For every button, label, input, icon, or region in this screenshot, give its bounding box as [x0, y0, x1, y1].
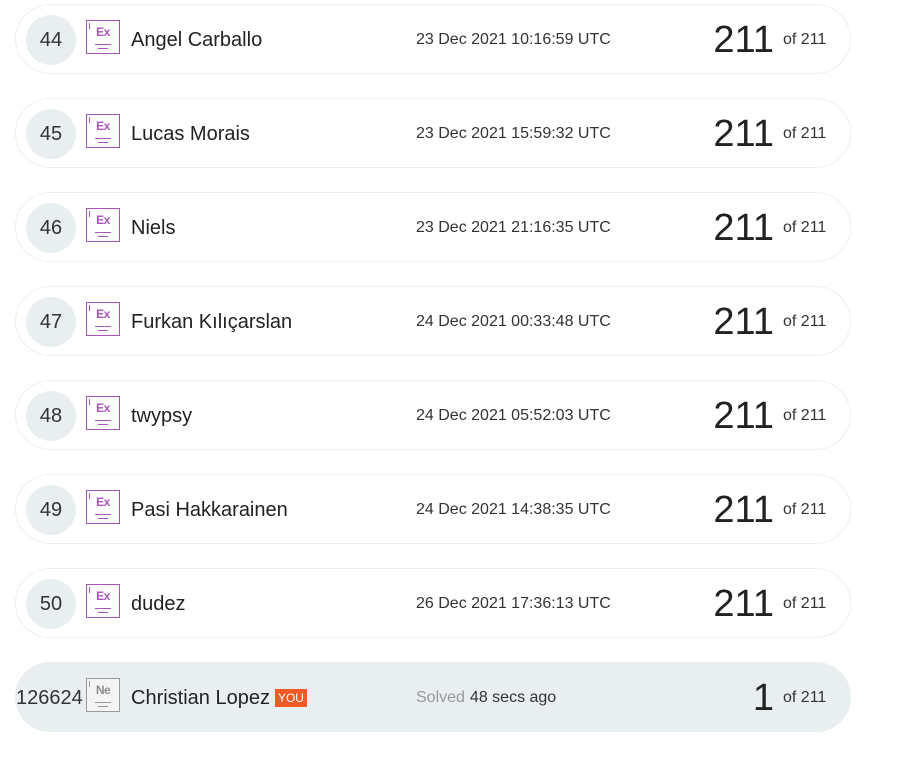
rank-number: 49	[26, 485, 76, 535]
score-total: of 211	[783, 407, 827, 424]
leaderboard-row: 49 Ex Pasi Hakkarainen 24 Dec 2021 14:38…	[15, 474, 851, 544]
user-name-link[interactable]: Furkan Kılıçarslan	[131, 287, 292, 357]
score-total: of 211	[783, 501, 827, 518]
user-name-link[interactable]: Pasi Hakkarainen	[131, 475, 288, 545]
score-value: 211	[713, 488, 774, 531]
badge-symbol: Ex	[96, 495, 110, 509]
leaderboard-row: 48 Ex twypsy 24 Dec 2021 05:52:03 UTC 21…	[15, 380, 851, 450]
score-total: of 211	[783, 313, 827, 330]
completion-date: 24 Dec 2021 14:38:35 UTC	[416, 501, 611, 518]
score-total: of 211	[783, 689, 827, 706]
completion-date: 23 Dec 2021 15:59:32 UTC	[416, 125, 611, 142]
badge-symbol: Ex	[96, 589, 110, 603]
score-value: 211	[713, 206, 774, 249]
score-total: of 211	[783, 219, 827, 236]
rank-badge-icon: Ne	[86, 678, 120, 712]
user-name-link[interactable]: Niels	[131, 193, 175, 263]
rank-badge-icon: Ex	[86, 302, 120, 336]
solved-status: Solved 48 secs ago	[416, 663, 556, 733]
completion-date: 24 Dec 2021 00:33:48 UTC	[416, 313, 611, 330]
score-total: of 211	[783, 595, 827, 612]
user-name-link[interactable]: Angel Carballo	[131, 5, 262, 75]
completion-date: 26 Dec 2021 17:36:13 UTC	[416, 595, 611, 612]
user-name-link[interactable]: Lucas Morais	[131, 99, 250, 169]
current-user-row: 126624 Ne Christian Lopez YOU Solved 48 …	[15, 662, 851, 732]
badge-symbol: Ex	[96, 307, 110, 321]
solved-label: Solved	[416, 689, 465, 706]
badge-symbol: Ne	[95, 683, 111, 697]
rank-badge-icon: Ex	[86, 584, 120, 618]
leaderboard: 44 Ex Angel Carballo 23 Dec 2021 10:16:5…	[0, 0, 916, 764]
current-user-name: Christian Lopez YOU	[131, 663, 307, 733]
rank-number: 47	[26, 297, 76, 347]
score-value: 211	[713, 394, 774, 437]
leaderboard-row: 50 Ex dudez 26 Dec 2021 17:36:13 UTC 211…	[15, 568, 851, 638]
badge-symbol: Ex	[96, 213, 110, 227]
rank-number: 46	[26, 203, 76, 253]
leaderboard-row: 45 Ex Lucas Morais 23 Dec 2021 15:59:32 …	[15, 98, 851, 168]
score-value: 1	[752, 676, 774, 719]
you-badge: YOU	[274, 689, 307, 707]
rank-badge-icon: Ex	[86, 490, 120, 524]
rank-number: 45	[26, 109, 76, 159]
score-value: 211	[713, 18, 774, 61]
leaderboard-row: 47 Ex Furkan Kılıçarslan 24 Dec 2021 00:…	[15, 286, 851, 356]
rank-badge-icon: Ex	[86, 114, 120, 148]
score-total: of 211	[783, 125, 827, 142]
user-name-link[interactable]: dudez	[131, 569, 186, 639]
badge-symbol: Ex	[96, 401, 110, 415]
rank-badge-icon: Ex	[86, 208, 120, 242]
badge-symbol: Ex	[96, 119, 110, 133]
rank-number: 50	[26, 579, 76, 629]
rank-badge-icon: Ex	[86, 20, 120, 54]
score-value: 211	[713, 112, 774, 155]
score-total: of 211	[783, 31, 827, 48]
score-value: 211	[713, 300, 774, 343]
score-value: 211	[713, 582, 774, 625]
rank-number: 48	[26, 391, 76, 441]
completion-date: 24 Dec 2021 05:52:03 UTC	[416, 407, 611, 424]
user-name-link[interactable]: twypsy	[131, 381, 192, 451]
completion-date: 23 Dec 2021 21:16:35 UTC	[416, 219, 611, 236]
leaderboard-row: 46 Ex Niels 23 Dec 2021 21:16:35 UTC 211…	[15, 192, 851, 262]
rank-number: 44	[26, 15, 76, 65]
rank-number: 126624	[16, 686, 83, 709]
solved-time: 48 secs ago	[469, 689, 557, 706]
user-name-link[interactable]: Christian Lopez	[131, 687, 270, 710]
badge-symbol: Ex	[96, 25, 110, 39]
completion-date: 23 Dec 2021 10:16:59 UTC	[416, 31, 611, 48]
rank-badge-icon: Ex	[86, 396, 120, 430]
leaderboard-row: 44 Ex Angel Carballo 23 Dec 2021 10:16:5…	[15, 4, 851, 74]
